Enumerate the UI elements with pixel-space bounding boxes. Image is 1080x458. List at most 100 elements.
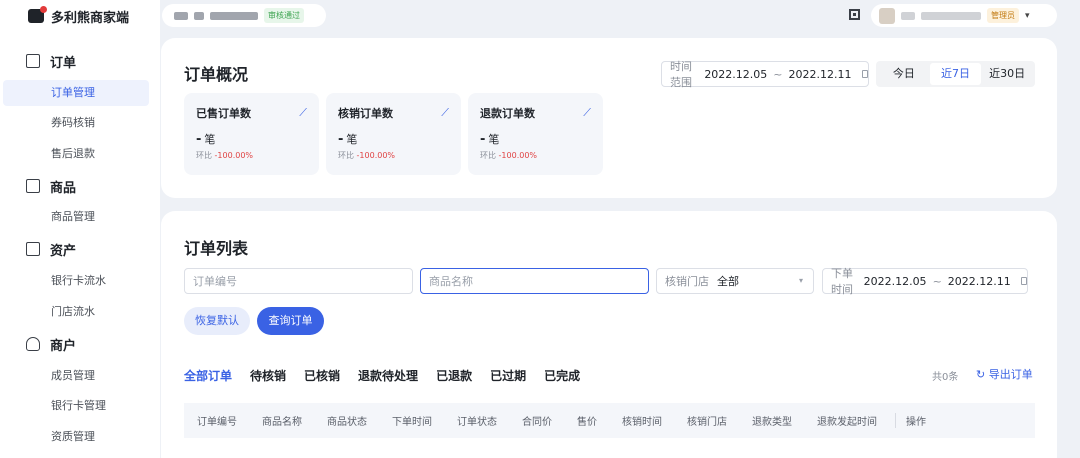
sidebar-item-bank-card[interactable]: 银行卡管理 <box>3 393 149 419</box>
nav-group-orders[interactable]: 订单 <box>26 51 76 71</box>
tab-all[interactable]: 全部订单 <box>184 367 232 384</box>
sidebar-item-members[interactable]: 成员管理 <box>3 363 149 389</box>
stat-card-sold: 已售订单数 ⟋ -笔 环比 -100.00% <box>184 93 319 175</box>
range-separator: ~ <box>773 67 783 81</box>
stat-ratio: 环比 -100.00% <box>338 150 449 161</box>
blurred-user-name <box>901 11 915 20</box>
trend-chart-icon[interactable]: ⟋ <box>441 106 449 120</box>
user-menu[interactable]: 管理员 ▾ <box>871 4 1057 27</box>
audit-status-badge: 审核通过 <box>264 8 304 23</box>
tab-expired[interactable]: 已过期 <box>490 367 526 384</box>
range-end: 2022.12.11 <box>788 67 852 81</box>
col-header: 商品名称 <box>262 417 302 428</box>
nav-group-products[interactable]: 商品 <box>26 176 76 196</box>
stat-title: 核销订单数 <box>338 107 393 120</box>
col-header: 退款类型 <box>752 417 792 428</box>
ratio-label: 环比 <box>196 151 212 160</box>
chevron-down-icon[interactable]: ▾ <box>1025 11 1030 21</box>
blurred-merchant-name <box>194 11 204 20</box>
order-no-input[interactable] <box>193 274 412 288</box>
stat-title: 已售订单数 <box>196 107 251 120</box>
query-button[interactable]: 查询订单 <box>257 307 324 335</box>
time-end: 2022.12.11 <box>947 274 1011 288</box>
product-name-field[interactable] <box>420 268 649 294</box>
sidebar: 多利熊商家端 订单 订单管理 券码核销 售后退款 商品 商品管理 资产 银行卡流… <box>0 0 160 458</box>
order-icon <box>26 54 40 68</box>
calendar-icon <box>861 70 868 78</box>
tab-refund-pending[interactable]: 退款待处理 <box>358 367 418 384</box>
stat-value: -笔 <box>480 131 591 147</box>
col-header-actions: 操作 <box>895 413 938 428</box>
order-table-header: 订单编号 商品名称 商品状态 下单时间 订单状态 合同价 售价 核销时间 核销门… <box>184 403 1035 438</box>
col-header: 订单状态 <box>457 417 497 428</box>
stat-number: - <box>338 132 344 147</box>
export-label: 导出订单 <box>988 368 1033 381</box>
col-header: 订单编号 <box>197 417 237 428</box>
tab-pending-verify[interactable]: 待核销 <box>250 367 286 384</box>
avatar <box>879 7 895 24</box>
col-header: 合同价 <box>522 417 552 428</box>
stat-unit: 笔 <box>346 133 358 146</box>
export-icon: ↻ <box>976 368 986 381</box>
trend-chart-icon[interactable]: ⟋ <box>583 106 591 120</box>
col-header: 下单时间 <box>392 417 432 428</box>
nav-group-label: 商品 <box>50 180 77 196</box>
order-status-tabs: 全部订单 待核销 已核销 退款待处理 已退款 已过期 已完成 <box>184 367 580 384</box>
store-select[interactable]: 核销门店 全部 ▾ <box>656 268 814 294</box>
time-label: 下单时间 <box>831 267 853 296</box>
nav-group-label: 订单 <box>50 55 77 71</box>
range-start: 2022.12.05 <box>704 67 768 81</box>
tab-refunded[interactable]: 已退款 <box>436 367 472 384</box>
merchant-selector[interactable]: 审核通过 <box>162 4 326 27</box>
stat-unit: 笔 <box>204 133 216 146</box>
stat-card-refund: 退款订单数 ⟋ -笔 环比 -100.00% <box>468 93 603 175</box>
user-icon <box>26 337 40 351</box>
nav-group-label: 商户 <box>50 338 77 354</box>
order-list-card: 订单列表 核销门店 全部 ▾ 下单时间 2022.12.05 ~ 2022.12… <box>161 211 1057 458</box>
sidebar-item-store-flow[interactable]: 门店流水 <box>3 299 149 325</box>
blurred-merchant-name <box>210 11 258 20</box>
quick-range-toggle: 今日 近7日 近30日 <box>876 61 1035 87</box>
order-no-field[interactable] <box>184 268 413 294</box>
store-value: 全部 <box>717 275 739 288</box>
col-header: 商品状态 <box>327 417 367 428</box>
sidebar-item-bank-flow[interactable]: 银行卡流水 <box>3 268 149 294</box>
nav-group-assets[interactable]: 资产 <box>26 239 76 259</box>
overview-title: 订单概况 <box>184 65 249 84</box>
time-separator: ~ <box>932 274 942 288</box>
topbar: 审核通过 管理员 ▾ <box>0 0 1080 32</box>
sidebar-item-product-management[interactable]: 商品管理 <box>3 204 149 230</box>
col-header: 核销门店 <box>687 417 727 428</box>
stat-card-verified: 核销订单数 ⟋ -笔 环比 -100.00% <box>326 93 461 175</box>
stat-value: -笔 <box>338 131 449 147</box>
qrcode-icon[interactable] <box>849 9 860 20</box>
reset-button[interactable]: 恢复默认 <box>184 307 250 335</box>
overview-date-range[interactable]: 时间范围 2022.12.05 ~ 2022.12.11 <box>661 60 869 89</box>
quick-range-7days[interactable]: 近7日 <box>929 63 982 85</box>
order-list-title: 订单列表 <box>184 239 249 258</box>
sidebar-item-coupon-verify[interactable]: 券码核销 <box>3 110 149 136</box>
time-start: 2022.12.05 <box>863 274 927 288</box>
ratio-label: 环比 <box>480 151 496 160</box>
quick-range-30days[interactable]: 近30日 <box>981 63 1033 85</box>
product-name-input[interactable] <box>429 274 648 288</box>
col-header: 售价 <box>577 417 597 428</box>
stat-number: - <box>480 132 486 147</box>
tab-completed[interactable]: 已完成 <box>544 367 580 384</box>
sidebar-item-order-management[interactable]: 订单管理 <box>3 80 149 106</box>
sidebar-item-qualification[interactable]: 资质管理 <box>3 424 149 450</box>
range-label: 时间范围 <box>670 60 692 89</box>
col-header: 核销时间 <box>622 417 662 428</box>
nav-group-merchant[interactable]: 商户 <box>26 334 76 354</box>
stat-title: 退款订单数 <box>480 107 535 120</box>
blurred-merchant-name <box>174 11 188 20</box>
store-label: 核销门店 <box>665 275 709 288</box>
stat-unit: 笔 <box>488 133 500 146</box>
tab-verified[interactable]: 已核销 <box>304 367 340 384</box>
quick-range-today[interactable]: 今日 <box>878 63 930 85</box>
trend-chart-icon[interactable]: ⟋ <box>299 106 307 120</box>
stat-number: - <box>196 132 202 147</box>
sidebar-item-after-sale-refund[interactable]: 售后退款 <box>3 141 149 167</box>
order-time-range[interactable]: 下单时间 2022.12.05 ~ 2022.12.11 <box>822 267 1028 296</box>
export-button[interactable]: ↻ 导出订单 <box>976 366 1033 382</box>
